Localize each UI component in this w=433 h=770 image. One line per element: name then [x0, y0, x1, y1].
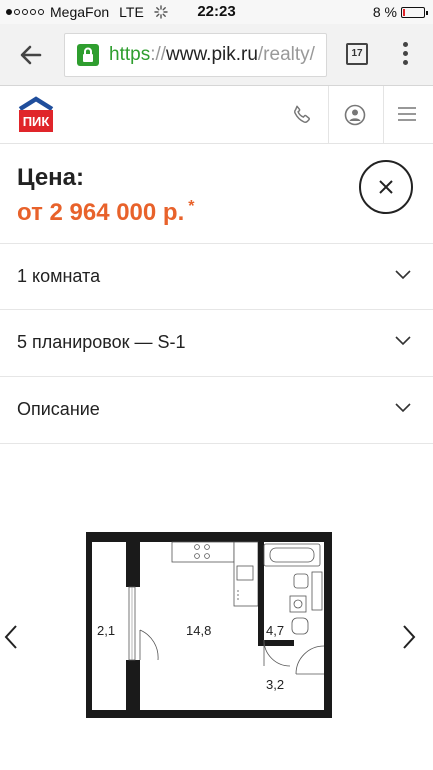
accordion-label: Описание [17, 399, 100, 419]
url-scheme: https [109, 44, 151, 65]
logo-text: ПИК [23, 114, 50, 129]
hamburger-menu-icon[interactable] [398, 106, 416, 122]
url-separator: :// [150, 44, 167, 65]
browser-menu-icon[interactable] [399, 42, 411, 68]
status-right: 8 % [372, 4, 428, 20]
user-profile-icon[interactable] [344, 104, 366, 126]
status-bar: MegaFon LTE 22:23 8 % [0, 0, 433, 24]
url-host: www.pik.ru [166, 44, 258, 65]
address-bar[interactable]: https://www.pik.ru/realty/ [64, 33, 327, 77]
room-area-balcony: 2,1 [97, 623, 116, 638]
browser-toolbar: https://www.pik.ru/realty/ 17 [0, 24, 433, 86]
chevron-right-icon[interactable] [402, 624, 416, 650]
back-arrow-icon[interactable] [16, 40, 46, 70]
accordion-layouts[interactable]: 5 планировок — S-1 [0, 310, 433, 377]
tab-switcher-button[interactable]: 17 [346, 43, 368, 65]
price-amount: от 2 964 000 р. [17, 199, 185, 226]
accordion-label: 1 комната [17, 266, 101, 286]
close-icon [379, 180, 393, 194]
price-value: от 2 964 000 р. * [17, 198, 194, 227]
chevron-down-icon [395, 403, 411, 413]
chevron-down-icon [395, 270, 411, 280]
phone-icon[interactable] [291, 104, 313, 126]
pik-logo[interactable]: ПИК [17, 96, 55, 134]
price-title: Цена: [17, 164, 85, 191]
battery-icon [401, 6, 428, 18]
battery-percent: 8 % [372, 4, 397, 20]
url-path: /realty/ [257, 44, 315, 65]
price-section: Цена: от 2 964 000 р. * [0, 144, 433, 244]
site-header: ПИК [0, 86, 433, 144]
header-divider [383, 86, 384, 144]
accordion-label: 5 планировок — S-1 [17, 332, 186, 352]
floor-plan: 2,1 14,8 4,7 3,2 [86, 532, 332, 718]
accordion-description[interactable]: Описание [0, 377, 433, 444]
price-footnote-mark: * [188, 198, 195, 215]
room-area-hall: 3,2 [266, 677, 285, 692]
url-text: https://www.pik.ru/realty/ [109, 44, 315, 66]
secure-lock-icon [77, 44, 99, 66]
chevron-down-icon [395, 336, 411, 346]
room-area-bathroom: 4,7 [266, 623, 285, 638]
accordion-rooms[interactable]: 1 комната [0, 243, 433, 310]
status-time: 22:23 [197, 3, 236, 20]
close-button[interactable] [359, 160, 413, 214]
chevron-left-icon[interactable] [4, 624, 18, 650]
header-divider [328, 86, 329, 144]
room-area-living: 14,8 [186, 623, 212, 638]
